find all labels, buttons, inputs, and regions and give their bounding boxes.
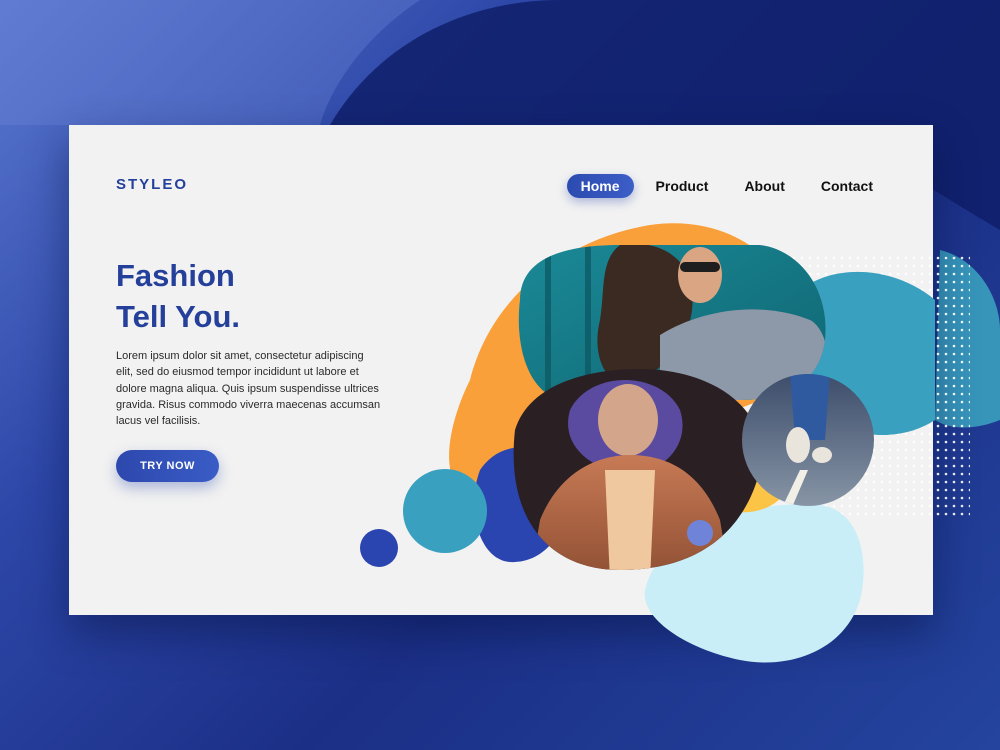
try-now-button[interactable]: TRY NOW [116,450,219,482]
hero-title: Fashion Tell You. [116,255,240,337]
landing-card: STYLEO Home Product About Contact Fashio… [69,125,933,615]
hero-description: Lorem ipsum dolor sit amet, consectetur … [116,350,381,428]
hero-title-line-1: Fashion [116,258,235,293]
nav-item-product[interactable]: Product [642,174,723,198]
nav-item-contact[interactable]: Contact [807,174,887,198]
brand-logo[interactable]: STYLEO [116,176,188,193]
hero-title-line-2: Tell You. [116,299,241,334]
nav-item-about[interactable]: About [730,174,798,198]
nav-item-home[interactable]: Home [566,174,634,198]
main-nav: Home Product About Contact [559,174,887,198]
